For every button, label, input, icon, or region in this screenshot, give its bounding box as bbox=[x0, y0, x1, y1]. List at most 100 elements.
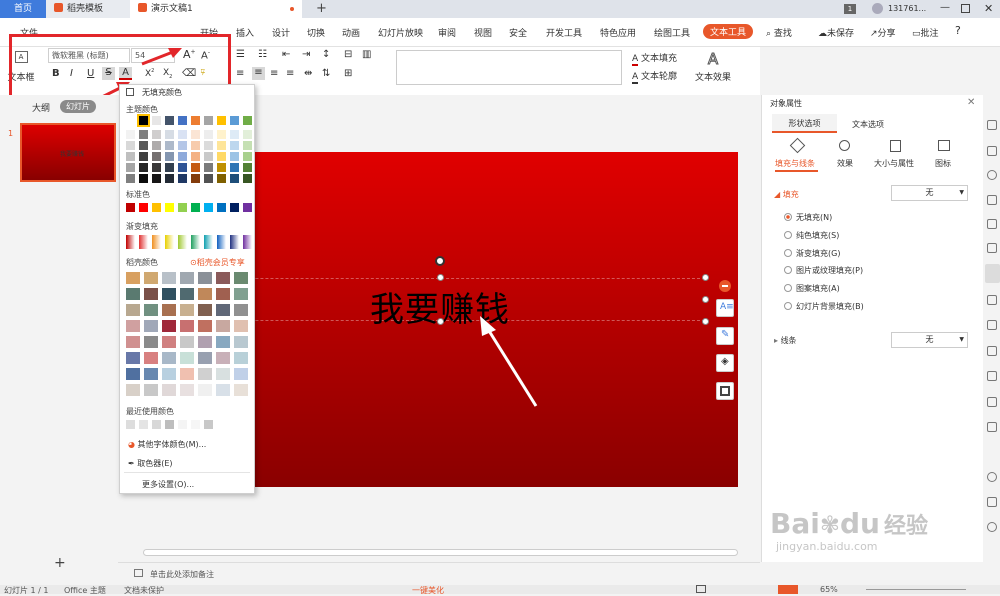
theme-color-swatch[interactable] bbox=[230, 174, 239, 183]
tab-text-options[interactable]: 文本选项 bbox=[852, 119, 884, 130]
theme-color-swatch[interactable] bbox=[191, 163, 200, 172]
user-name[interactable]: 131761... bbox=[888, 4, 926, 13]
effect-icon[interactable] bbox=[839, 140, 850, 151]
theme-color-swatch[interactable] bbox=[243, 141, 252, 150]
rail-icon-5[interactable] bbox=[987, 219, 997, 229]
tab-outline[interactable]: 大纲 bbox=[32, 101, 50, 114]
menu-design[interactable]: 设计 bbox=[272, 26, 290, 39]
add-slide-button[interactable]: + bbox=[54, 555, 66, 571]
theme-color-swatch[interactable] bbox=[230, 130, 239, 139]
text-direction-icon[interactable]: ⇅ bbox=[322, 68, 330, 79]
gradient-color-swatch[interactable] bbox=[204, 235, 213, 249]
docer-color-swatch[interactable] bbox=[234, 352, 248, 364]
docer-color-swatch[interactable] bbox=[144, 320, 158, 332]
docer-color-swatch[interactable] bbox=[126, 352, 140, 364]
gradient-color-swatch[interactable] bbox=[178, 235, 187, 249]
text-align-icon[interactable]: ⊟ bbox=[344, 49, 352, 60]
docer-color-swatch[interactable] bbox=[126, 288, 140, 300]
docer-color-swatch[interactable] bbox=[126, 272, 140, 284]
standard-color-swatch[interactable] bbox=[152, 203, 161, 212]
theme-color-swatch[interactable] bbox=[178, 163, 187, 172]
theme-color-swatch[interactable] bbox=[139, 130, 148, 139]
theme-color-swatch[interactable] bbox=[139, 174, 148, 183]
menu-transition[interactable]: 切换 bbox=[307, 26, 325, 39]
align-right-icon[interactable]: ≡ bbox=[270, 68, 278, 79]
docer-color-swatch[interactable] bbox=[216, 272, 230, 284]
theme-color-swatch[interactable] bbox=[165, 130, 174, 139]
recent-color-swatch[interactable] bbox=[139, 420, 148, 429]
rail-icon-10[interactable] bbox=[987, 346, 997, 356]
tab-docer-template[interactable]: 稻壳模板 bbox=[46, 0, 130, 18]
rail-icon-12[interactable] bbox=[987, 397, 997, 407]
recent-color-swatch[interactable] bbox=[126, 420, 135, 429]
more-colors-item[interactable]: ◕ 其他字体颜色(M)... bbox=[128, 439, 206, 450]
size-icon[interactable] bbox=[890, 140, 901, 152]
fill-bucket-button[interactable]: ◈ bbox=[716, 354, 734, 372]
fill-option-picture[interactable]: 图片或纹理填充(P) bbox=[784, 265, 863, 276]
recent-color-swatch[interactable] bbox=[152, 420, 161, 429]
standard-color-swatch[interactable] bbox=[178, 203, 187, 212]
para-vertical-icon[interactable]: ⊞ bbox=[344, 68, 352, 79]
theme-color-swatch[interactable] bbox=[139, 163, 148, 172]
docer-color-swatch[interactable] bbox=[234, 288, 248, 300]
gradient-color-swatch[interactable] bbox=[191, 235, 200, 249]
rail-settings-icon[interactable] bbox=[987, 522, 997, 532]
minimize-button[interactable]: — bbox=[940, 2, 950, 13]
theme-color-swatch[interactable] bbox=[217, 174, 226, 183]
gradient-color-swatch[interactable] bbox=[126, 235, 135, 249]
docer-color-swatch[interactable] bbox=[216, 368, 230, 380]
docer-color-swatch[interactable] bbox=[198, 272, 212, 284]
gradient-color-swatch[interactable] bbox=[139, 235, 148, 249]
frame-button[interactable] bbox=[716, 382, 734, 400]
docer-color-swatch[interactable] bbox=[144, 384, 158, 396]
rail-icon-1[interactable] bbox=[987, 120, 997, 130]
docer-color-swatch[interactable] bbox=[180, 384, 194, 396]
menu-animation[interactable]: 动画 bbox=[342, 26, 360, 39]
justify-icon[interactable]: ≡ bbox=[286, 68, 294, 79]
layout-options-button[interactable]: A≡ bbox=[716, 299, 734, 317]
docer-color-swatch[interactable] bbox=[180, 368, 194, 380]
docer-color-swatch[interactable] bbox=[198, 288, 212, 300]
align-center-icon[interactable]: ≡ bbox=[252, 67, 265, 80]
theme-color-swatch[interactable] bbox=[217, 152, 226, 161]
share-button[interactable]: ↗分享 bbox=[870, 26, 896, 39]
docer-color-swatch[interactable] bbox=[162, 288, 176, 300]
theme-color-swatch[interactable] bbox=[243, 116, 252, 125]
docer-color-swatch[interactable] bbox=[162, 368, 176, 380]
docer-color-swatch[interactable] bbox=[126, 384, 140, 396]
docer-color-swatch[interactable] bbox=[216, 352, 230, 364]
beautify-button[interactable]: 一键美化 bbox=[412, 585, 444, 596]
theme-color-swatch[interactable] bbox=[243, 174, 252, 183]
comment-button[interactable]: ▭批注 bbox=[912, 26, 939, 39]
fill-option-solid[interactable]: 纯色填充(S) bbox=[784, 230, 839, 241]
indent-decrease-icon[interactable]: ⇤ bbox=[282, 49, 290, 60]
avatar[interactable] bbox=[872, 3, 883, 14]
rail-icon-15[interactable] bbox=[987, 497, 997, 507]
search-button[interactable]: ⌕ 查找 bbox=[766, 26, 792, 39]
slide-thumbnail[interactable]: 我要赚钱 bbox=[20, 123, 116, 182]
theme-color-swatch[interactable] bbox=[243, 130, 252, 139]
theme-color-swatch[interactable] bbox=[126, 141, 135, 150]
tab-home[interactable]: 首页 bbox=[0, 0, 46, 18]
collapse-button[interactable] bbox=[719, 280, 731, 292]
theme-color-swatch[interactable] bbox=[165, 116, 174, 125]
tab-slides[interactable]: 幻灯片 bbox=[60, 100, 96, 113]
rail-icon-8[interactable] bbox=[987, 295, 997, 305]
theme-color-swatch[interactable] bbox=[165, 152, 174, 161]
subtab-fill-line[interactable]: 填充与线条 bbox=[775, 158, 815, 169]
numbered-list-icon[interactable]: ☷ bbox=[258, 49, 267, 60]
rail-icon-2[interactable] bbox=[987, 146, 997, 156]
theme-color-swatch[interactable] bbox=[152, 152, 161, 161]
eyedropper-item[interactable]: ✒ 取色器(E) bbox=[128, 458, 173, 469]
more-settings-item[interactable]: 更多设置(O)... bbox=[142, 479, 194, 490]
theme-color-swatch[interactable] bbox=[165, 174, 174, 183]
picture-icon[interactable] bbox=[938, 140, 950, 151]
docer-color-swatch[interactable] bbox=[180, 352, 194, 364]
theme-color-swatch[interactable] bbox=[243, 163, 252, 172]
theme-color-swatch[interactable] bbox=[165, 141, 174, 150]
menu-view[interactable]: 视图 bbox=[474, 26, 492, 39]
fill-value-select[interactable]: 无 ▼ bbox=[891, 185, 968, 201]
menu-devtools[interactable]: 开发工具 bbox=[546, 26, 582, 39]
zoom-slider[interactable] bbox=[866, 589, 966, 590]
theme-color-swatch[interactable] bbox=[217, 141, 226, 150]
